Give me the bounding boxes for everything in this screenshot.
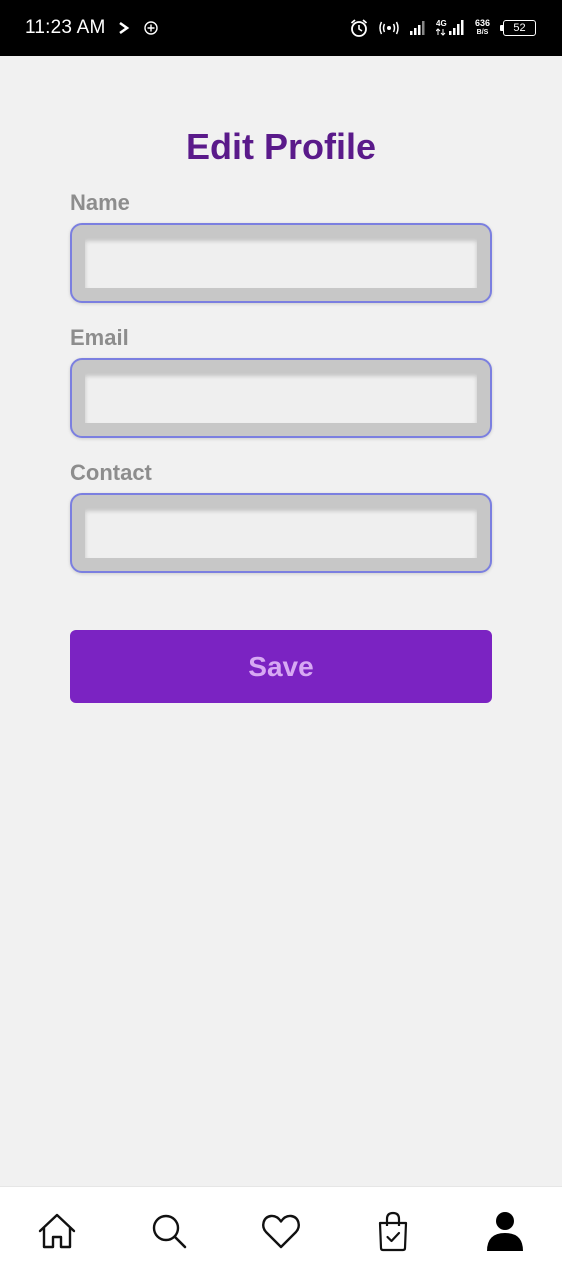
status-bar: 11:23 AM 4G 636 B/S 52 — [0, 0, 562, 56]
name-label: Name — [70, 190, 130, 215]
search-icon — [149, 1211, 189, 1256]
heart-icon — [260, 1211, 302, 1256]
email-input[interactable] — [85, 373, 477, 423]
save-button[interactable]: Save — [70, 630, 492, 703]
nav-search[interactable] — [148, 1213, 190, 1255]
status-time: 11:23 AM — [25, 17, 106, 38]
status-left: 11:23 AM — [25, 17, 159, 39]
page-title: Edit Profile — [185, 126, 377, 167]
contact-input[interactable] — [85, 508, 477, 558]
nav-home[interactable] — [36, 1213, 78, 1255]
email-label: Email — [70, 325, 129, 350]
edit-profile-screen: Edit Profile Name Email Contact Save — [0, 56, 562, 1186]
signal-4g-icon: 4G — [435, 19, 466, 37]
name-input[interactable] — [85, 238, 477, 288]
email-field-container — [70, 358, 492, 438]
battery-icon: 52 — [500, 20, 536, 36]
net-speed-unit: B/S — [476, 29, 489, 36]
shopping-bag-icon — [376, 1210, 410, 1257]
nav-favorites[interactable] — [260, 1213, 302, 1255]
signal-icon — [409, 20, 427, 36]
svg-text:4G: 4G — [436, 19, 447, 28]
location-target-icon — [143, 20, 159, 36]
contact-field-container — [70, 493, 492, 573]
alarm-icon — [349, 18, 369, 38]
name-field-container — [70, 223, 492, 303]
chevron-right-icon — [117, 21, 131, 35]
home-icon — [36, 1210, 78, 1257]
net-speed: 636 B/S — [475, 19, 490, 37]
nav-cart[interactable] — [372, 1210, 414, 1257]
hotspot-icon — [378, 20, 400, 36]
net-speed-value: 636 — [474, 18, 490, 28]
profile-icon — [485, 1210, 525, 1257]
contact-label: Contact — [70, 460, 152, 485]
nav-profile[interactable] — [484, 1210, 526, 1257]
bottom-nav — [0, 1186, 562, 1280]
battery-level: 52 — [513, 22, 526, 34]
status-right: 4G 636 B/S 52 — [349, 18, 536, 38]
